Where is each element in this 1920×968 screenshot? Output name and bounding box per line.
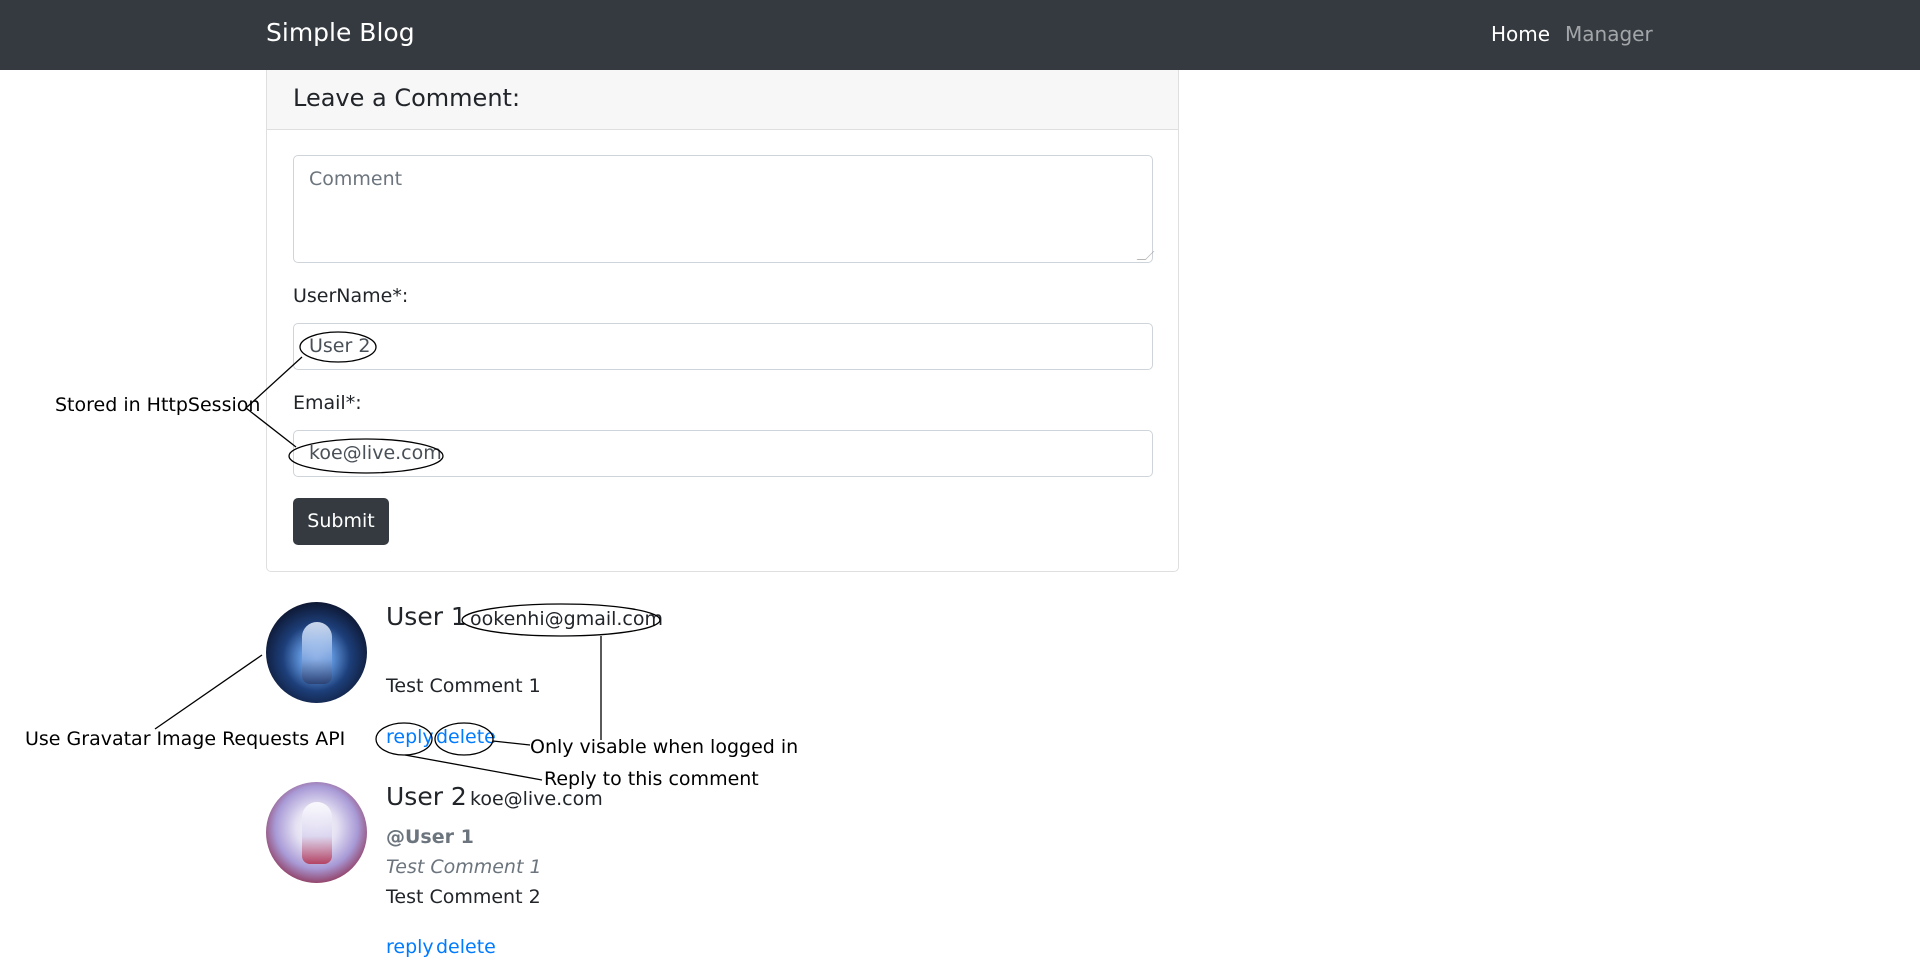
submit-button[interactable]: Submit xyxy=(293,498,389,545)
resize-handle-icon[interactable] xyxy=(1136,251,1155,260)
email-input[interactable]: koe@live.com xyxy=(293,430,1153,477)
callout-line-reply xyxy=(404,754,543,781)
comment-placeholder: Comment xyxy=(309,168,403,190)
comment-textarea[interactable]: Comment xyxy=(293,155,1155,263)
delete-link[interactable]: delete xyxy=(436,936,496,958)
username-value: User 2 xyxy=(309,335,371,357)
reply-link[interactable]: reply xyxy=(386,726,434,748)
comment-text: Test Comment 2 xyxy=(386,886,541,908)
nav-home-link[interactable]: Home xyxy=(1491,22,1550,46)
comment-form-title: Leave a Comment: xyxy=(267,70,1178,130)
reply-mention: @User 1 xyxy=(386,826,474,848)
callout-line-gravatar xyxy=(154,654,263,730)
nav-manager-link[interactable]: Manager xyxy=(1565,22,1653,46)
comment-author-name: User 2 xyxy=(386,782,467,811)
brand-link[interactable]: Simple Blog xyxy=(266,18,415,47)
comment-form-card: Leave a Comment: Comment UserName*: User… xyxy=(266,70,1179,572)
email-value: koe@live.com xyxy=(309,442,442,464)
username-input[interactable]: User 2 xyxy=(293,323,1153,370)
avatar-user-2 xyxy=(266,782,367,883)
annotation-gravatar: Use Gravatar Image Requests API xyxy=(25,728,346,750)
delete-link[interactable]: delete xyxy=(436,726,496,748)
comment-author-email: koe@live.com xyxy=(470,788,603,810)
avatar-user-1 xyxy=(266,602,367,703)
comment-text: Test Comment 1 xyxy=(386,675,541,697)
username-label: UserName*: xyxy=(293,285,409,307)
annotation-reply: Reply to this comment xyxy=(544,768,759,790)
callout-line-delete xyxy=(492,740,531,746)
navbar: Simple Blog Home Manager xyxy=(0,0,1920,70)
quoted-comment: Test Comment 1 xyxy=(386,856,542,878)
reply-link[interactable]: reply xyxy=(386,936,434,958)
email-label: Email*: xyxy=(293,392,362,414)
comment-author-email: ookenhi@gmail.com xyxy=(470,608,664,630)
comment-author-name: User 1 xyxy=(386,602,467,631)
avatar-figure xyxy=(302,802,332,864)
avatar-figure xyxy=(302,622,332,684)
annotation-logged-in: Only visable when logged in xyxy=(530,736,799,758)
annotation-session: Stored in HttpSession xyxy=(55,394,261,416)
